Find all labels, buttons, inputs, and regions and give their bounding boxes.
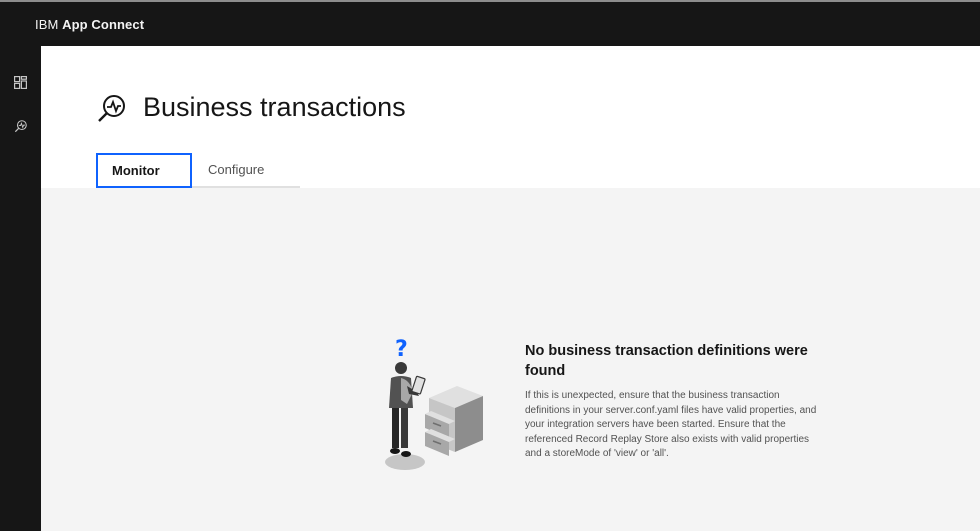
business-transactions-icon: [14, 119, 27, 132]
empty-state-body: If this is unexpected, ensure that the b…: [525, 390, 817, 459]
brand-prefix: IBM: [35, 16, 59, 32]
sidenav-dashboard-button[interactable]: [10, 72, 31, 93]
tab-monitor[interactable]: Monitor: [96, 153, 192, 188]
app-brand[interactable]: IBM App Connect: [0, 17, 144, 32]
tab-configure[interactable]: Configure: [192, 153, 300, 188]
empty-state-text: No business transaction definitions were…: [525, 341, 820, 462]
empty-state-title: No business transaction definitions were…: [525, 343, 808, 379]
dashboard-icon: [14, 76, 27, 89]
tab-list: Monitor Configure: [96, 153, 300, 188]
side-navigation: [0, 46, 41, 531]
brand-name: App Connect: [62, 16, 145, 32]
page-title: Business transactions: [143, 92, 406, 122]
main-content: Business transactions Monitor Configure …: [41, 46, 980, 531]
question-mark: ?: [395, 337, 408, 362]
page-header: Business transactions Monitor Configure: [41, 46, 980, 188]
business-transactions-icon: [98, 95, 125, 122]
empty-state: ? No business transaction definitions we…: [383, 334, 843, 484]
app-header: IBM App Connect: [0, 2, 980, 46]
sidenav-business-transactions-button[interactable]: [10, 115, 31, 136]
empty-state-illustration: ?: [385, 337, 483, 470]
